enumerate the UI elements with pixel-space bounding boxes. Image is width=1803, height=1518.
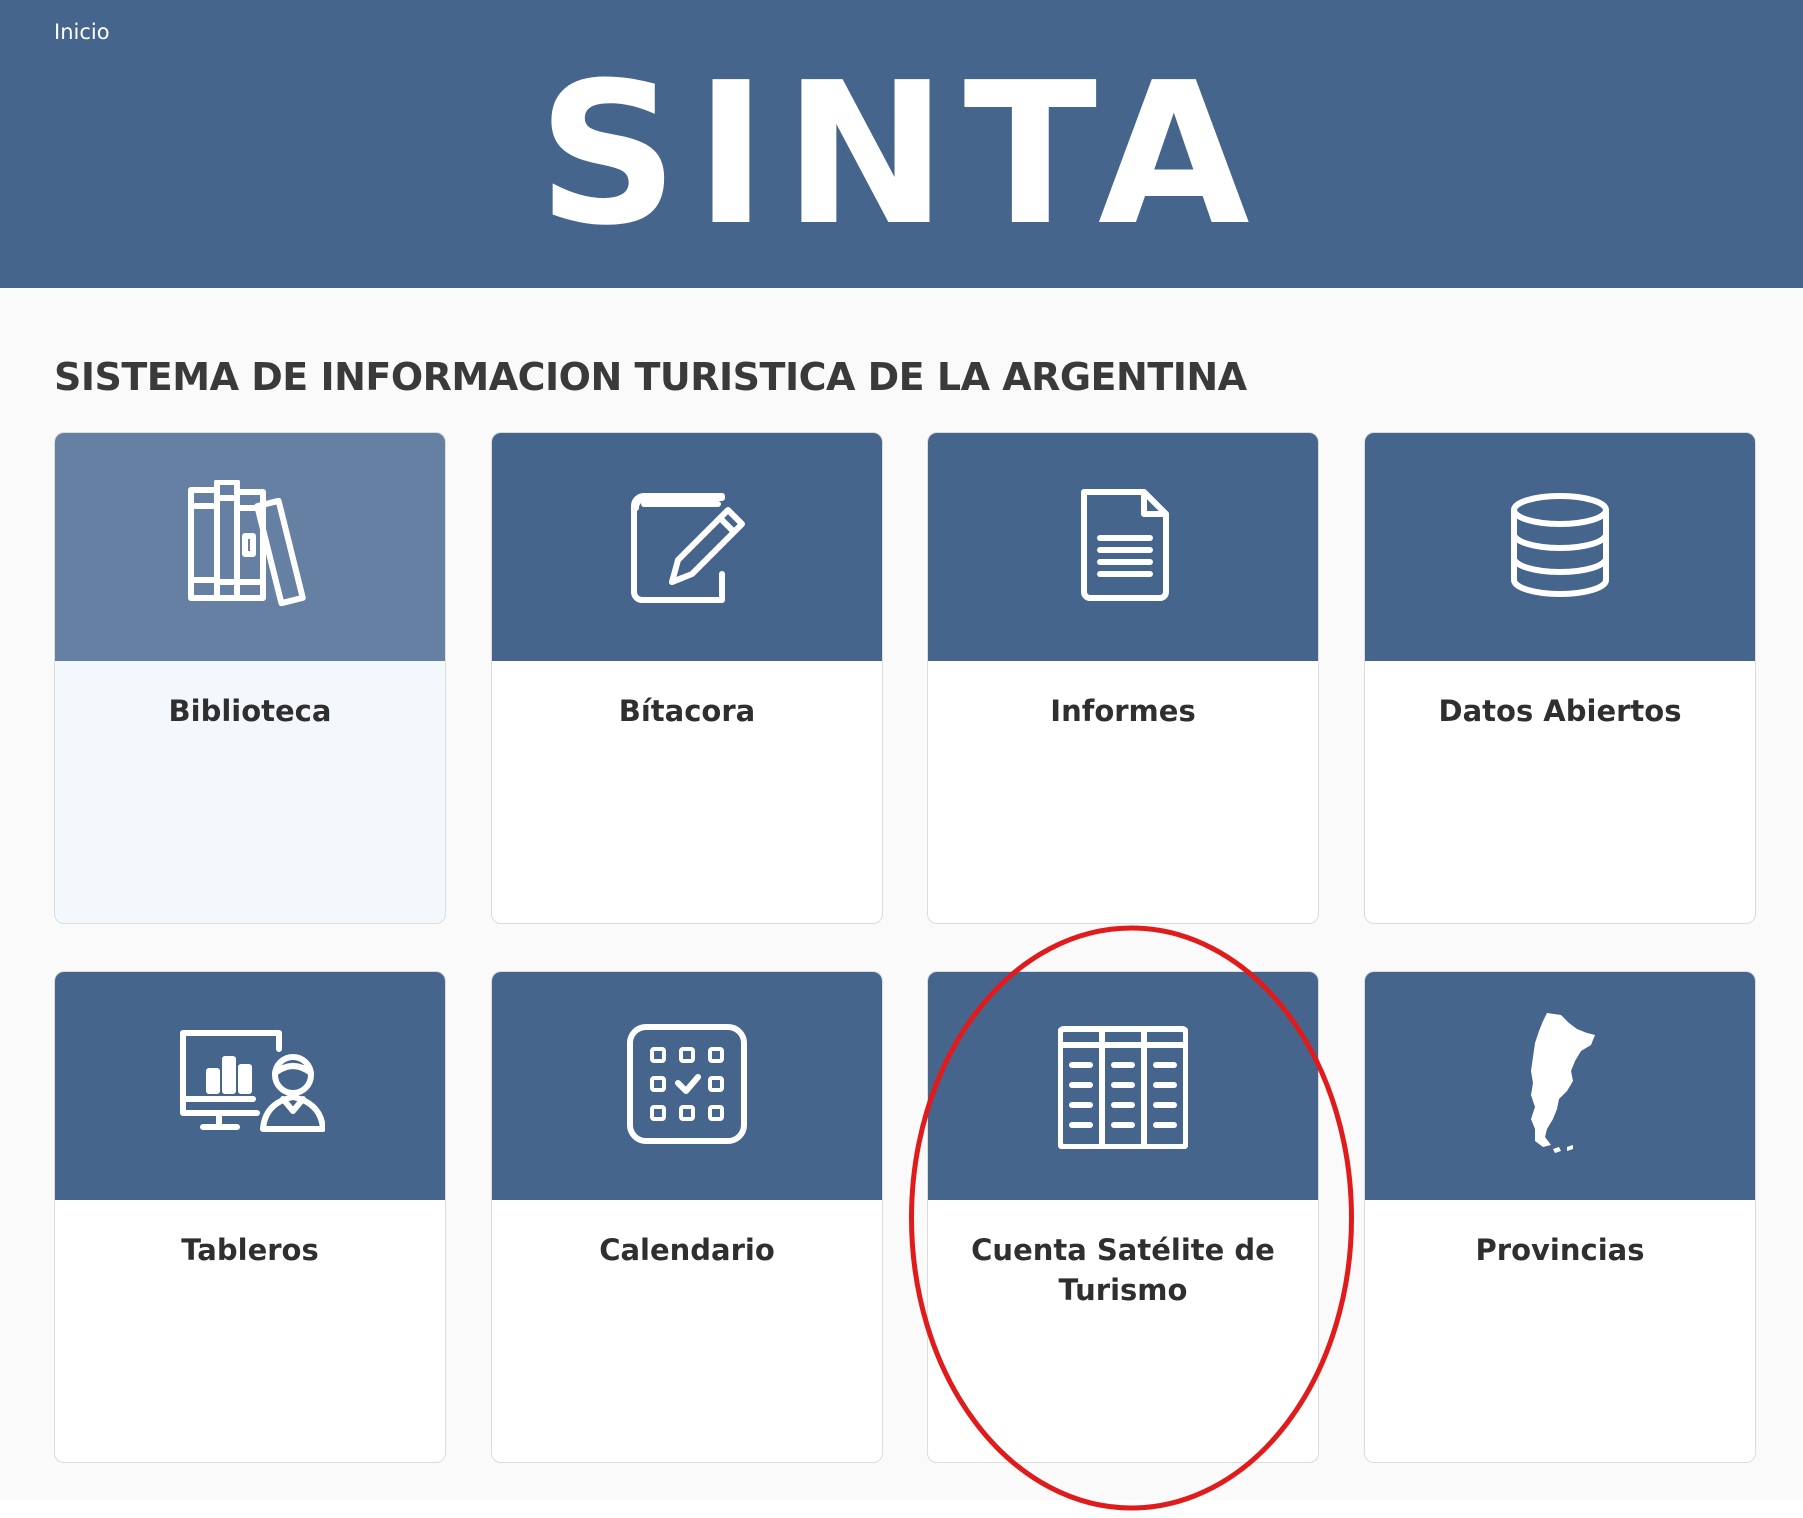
card-label: Bítacora: [618, 694, 756, 728]
card-provincias[interactable]: Provincias: [1364, 971, 1756, 1463]
card-calendario[interactable]: Calendario: [491, 971, 883, 1463]
books-icon: [185, 479, 315, 614]
card-label: Tableros: [181, 1233, 319, 1267]
card-cuenta-satelite[interactable]: Cuenta Satélite de Turismo: [927, 971, 1319, 1463]
card-label: Cuenta Satélite de Turismo: [971, 1233, 1275, 1307]
breadcrumb-inicio[interactable]: Inicio: [54, 20, 110, 44]
card-header: [492, 972, 882, 1200]
card-label: Calendario: [599, 1233, 775, 1267]
card-header: [1365, 972, 1755, 1200]
card-header: [55, 972, 445, 1200]
header: Inicio SINTA: [0, 0, 1803, 288]
argentina-map-icon: [1495, 1009, 1625, 1163]
card-label: Provincias: [1475, 1233, 1645, 1267]
card-datos-abiertos[interactable]: Datos Abiertos: [1364, 432, 1756, 924]
card-header: [492, 433, 882, 661]
page-subtitle: SISTEMA DE INFORMACION TURISTICA DE LA A…: [54, 355, 1247, 399]
notebook-pencil-icon: [622, 480, 752, 614]
card-label: Datos Abiertos: [1438, 694, 1682, 728]
card-header: [1365, 433, 1755, 661]
card-informes[interactable]: Informes: [927, 432, 1319, 924]
card-tableros[interactable]: Tableros: [54, 971, 446, 1463]
database-icon: [1495, 480, 1625, 614]
card-header: [55, 433, 445, 661]
card-label: Biblioteca: [168, 694, 332, 728]
site-title: SINTA: [537, 41, 1266, 269]
card-header: [928, 433, 1318, 661]
dashboard-presenter-icon: [175, 1019, 326, 1153]
calendar-icon: [622, 1019, 752, 1153]
card-biblioteca[interactable]: Biblioteca: [54, 432, 446, 924]
card-label: Informes: [1050, 694, 1196, 728]
card-bitacora[interactable]: Bítacora: [491, 432, 883, 924]
card-header: [928, 972, 1318, 1200]
document-icon: [1058, 480, 1188, 614]
table-grid-icon: [1057, 1019, 1189, 1153]
